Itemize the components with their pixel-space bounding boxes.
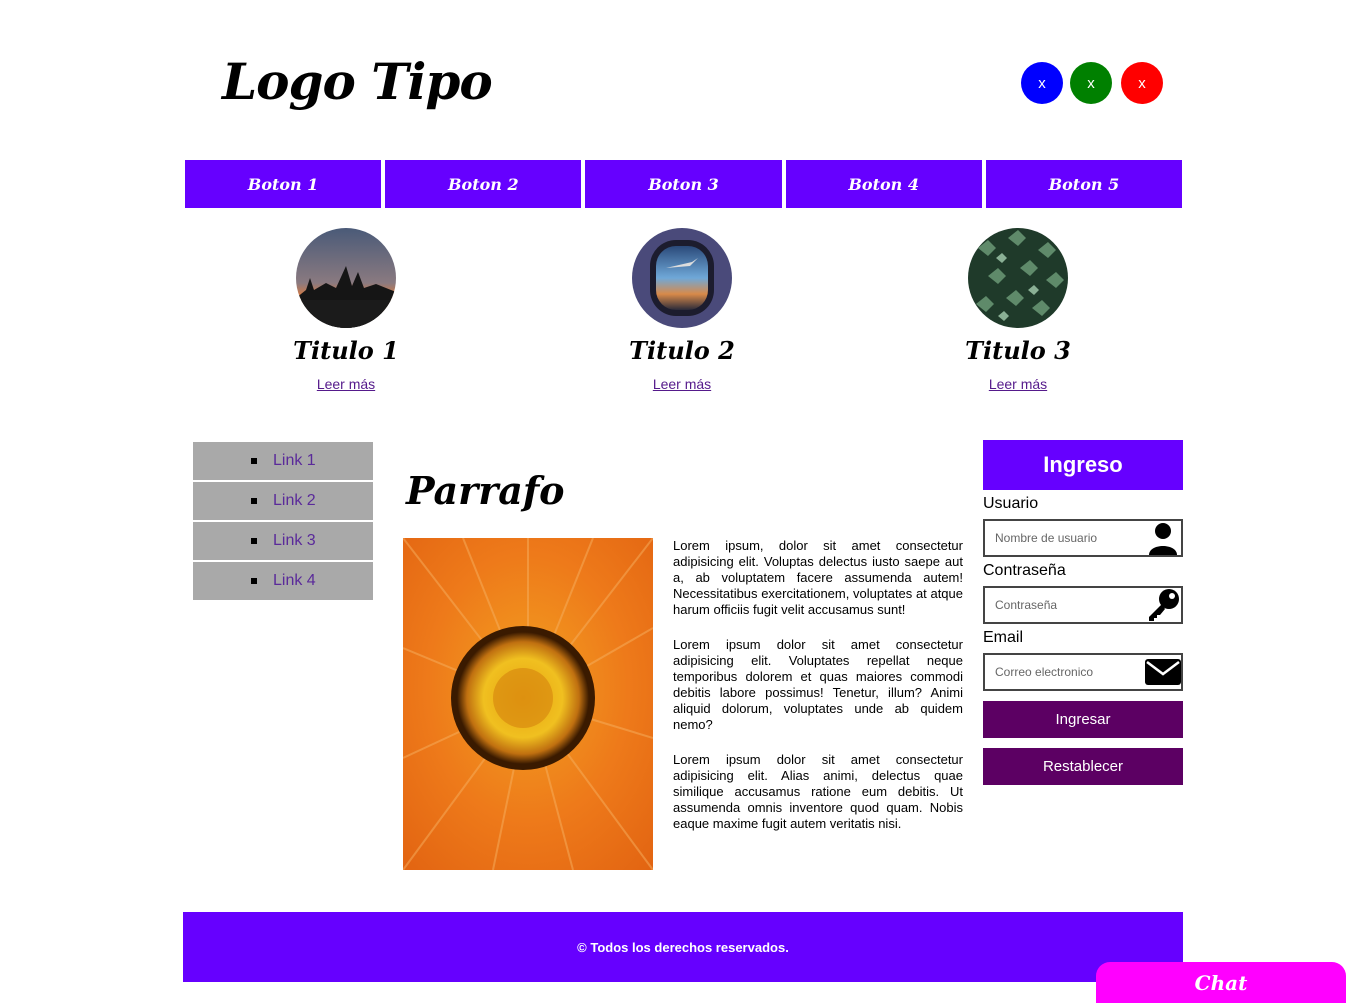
- sidebar-link-4[interactable]: Link 4: [193, 562, 373, 600]
- flower-image: [403, 538, 653, 870]
- email-label: Email: [983, 629, 1024, 646]
- key-icon: [1145, 588, 1181, 622]
- sidebar-link-3[interactable]: Link 3: [193, 522, 373, 560]
- card-2: Titulo 2 Leer más: [582, 228, 782, 394]
- bullet-icon: [251, 578, 257, 584]
- login-title: Ingreso: [983, 440, 1183, 490]
- paragraph-2: Lorem ipsum dolor sit amet consectetur a…: [673, 637, 963, 732]
- sidebar: Link 1 Link 2 Link 3 Link 4: [193, 442, 373, 602]
- main-nav: Boton 1 Boton 2 Boton 3 Boton 4 Boton 5: [185, 160, 1183, 208]
- card-1: Titulo 1 Leer más: [246, 228, 446, 394]
- password-field: [983, 586, 1183, 624]
- card-3-read-more-link[interactable]: Leer más: [989, 376, 1047, 392]
- social-button-blue[interactable]: x: [1021, 62, 1063, 104]
- nav-button-1[interactable]: Boton 1: [185, 160, 382, 208]
- nav-button-2[interactable]: Boton 2: [385, 160, 582, 208]
- nav-button-5[interactable]: Boton 5: [985, 160, 1183, 208]
- login-form: Ingreso Usuario Contraseña Email Ingresa…: [983, 440, 1183, 785]
- footer: © Todos los derechos reservados.: [183, 912, 1183, 982]
- card-2-image: [632, 228, 732, 328]
- sidebar-link-label: Link 3: [273, 532, 316, 549]
- card-1-image: [296, 228, 396, 328]
- card-3-title: Titulo 3: [965, 336, 1071, 365]
- card-2-title: Titulo 2: [629, 336, 735, 365]
- envelope-icon: [1145, 655, 1181, 689]
- reset-button[interactable]: Restablecer: [983, 748, 1183, 785]
- user-icon: [1145, 521, 1181, 555]
- card-1-read-more-link[interactable]: Leer más: [317, 376, 375, 392]
- chat-button[interactable]: Chat: [1096, 962, 1346, 1003]
- bullet-icon: [251, 538, 257, 544]
- nav-button-3[interactable]: Boton 3: [585, 160, 782, 208]
- username-field: [983, 519, 1183, 557]
- email-field: [983, 653, 1183, 691]
- username-label: Usuario: [983, 495, 1039, 512]
- login-button[interactable]: Ingresar: [983, 701, 1183, 738]
- sidebar-link-label: Link 1: [273, 452, 316, 469]
- paragraph-3: Lorem ipsum dolor sit amet consectetur a…: [673, 752, 963, 831]
- nav-button-4[interactable]: Boton 4: [785, 160, 982, 208]
- card-1-title: Titulo 1: [293, 336, 399, 365]
- sidebar-link-2[interactable]: Link 2: [193, 482, 373, 520]
- card-3: Titulo 3 Leer más: [918, 228, 1118, 394]
- section-title: Parrafo: [406, 468, 565, 513]
- content-paragraphs: Lorem ipsum, dolor sit amet consectetur …: [673, 538, 963, 851]
- sidebar-link-label: Link 4: [273, 572, 316, 589]
- paragraph-1: Lorem ipsum, dolor sit amet consectetur …: [673, 538, 963, 617]
- social-button-green[interactable]: x: [1070, 62, 1112, 104]
- logo: Logo Tipo: [222, 52, 493, 111]
- card-2-read-more-link[interactable]: Leer más: [653, 376, 711, 392]
- bullet-icon: [251, 498, 257, 504]
- sidebar-link-1[interactable]: Link 1: [193, 442, 373, 480]
- bullet-icon: [251, 458, 257, 464]
- card-3-image: [968, 228, 1068, 328]
- social-button-red[interactable]: x: [1121, 62, 1163, 104]
- sidebar-link-label: Link 2: [273, 492, 316, 509]
- password-label: Contraseña: [983, 562, 1066, 579]
